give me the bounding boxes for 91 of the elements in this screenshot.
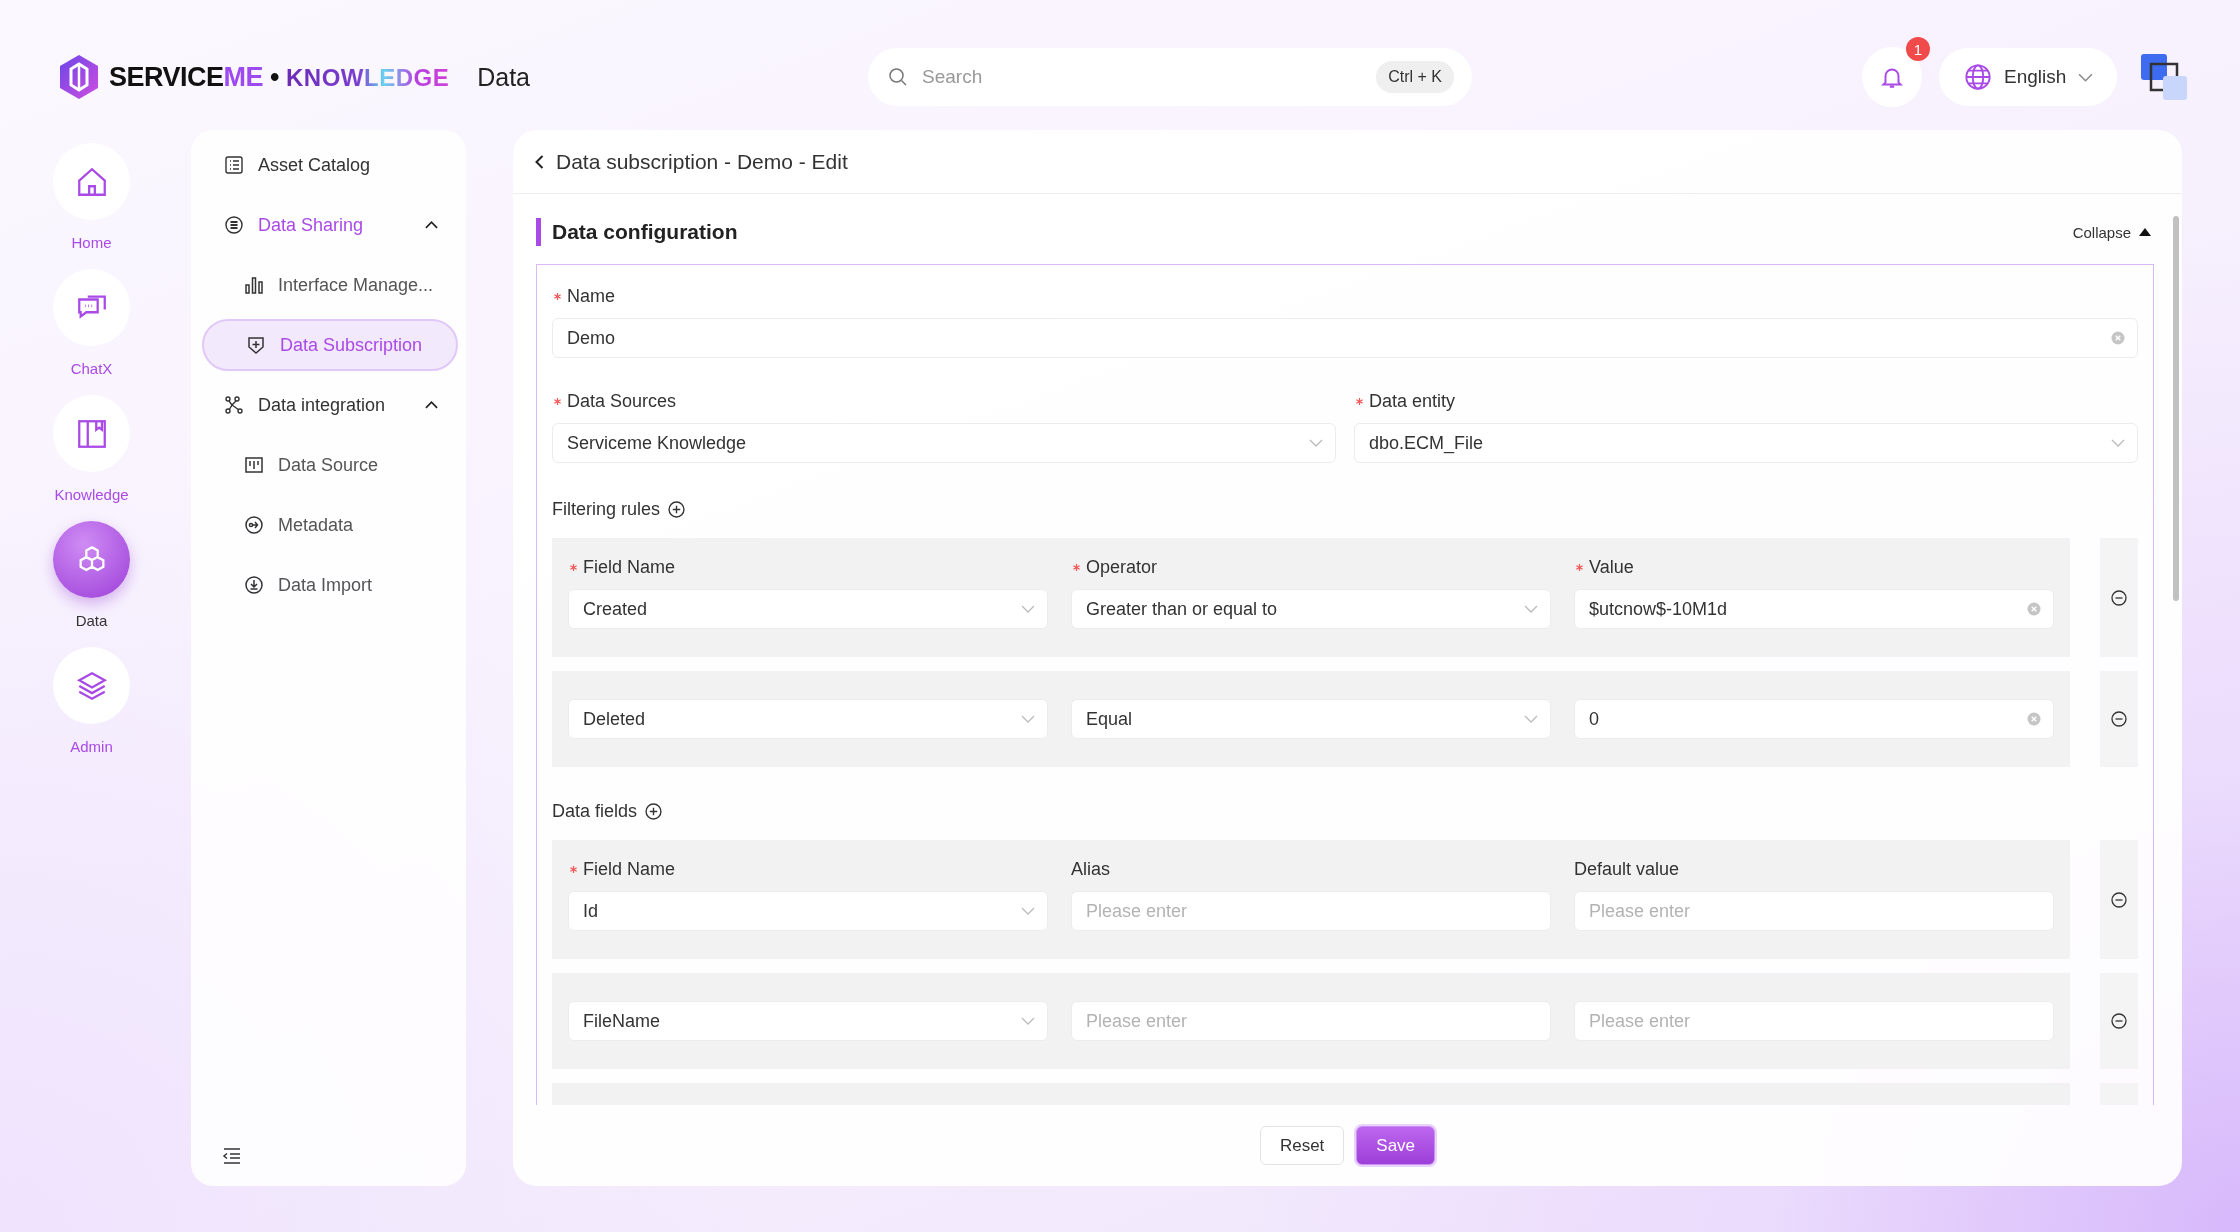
chevron-down-icon	[1021, 605, 1035, 613]
rail-label: Admin	[70, 738, 113, 755]
notification-badge: 1	[1906, 37, 1930, 61]
required-mark-icon	[553, 396, 562, 406]
input-field[interactable]: Please enter	[1071, 1001, 1551, 1041]
app-section-title: Data	[477, 62, 530, 92]
triangle-up-icon	[2139, 228, 2151, 236]
input-field[interactable]: Please enter	[1574, 1001, 2054, 1041]
sidebar-item[interactable]: Asset Catalog	[202, 139, 458, 191]
select-field[interactable]: Equal	[1071, 699, 1551, 739]
chevron-up-icon	[425, 401, 438, 409]
field-label: Name	[567, 285, 615, 307]
required-mark-icon	[569, 864, 578, 874]
add-icon[interactable]	[645, 803, 663, 820]
required-mark-icon	[1072, 562, 1081, 572]
required-mark-icon	[1575, 562, 1584, 572]
remove-icon[interactable]	[2111, 589, 2127, 606]
search-icon	[888, 67, 908, 87]
rail-label: Home	[71, 234, 112, 251]
input-field[interactable]: Demo	[552, 318, 2138, 358]
sidebar-item[interactable]: Metadata	[202, 499, 458, 551]
field-label: Operator	[1086, 556, 1158, 578]
rail-label: ChatX	[70, 360, 113, 377]
field-label: Data Sources	[567, 390, 677, 412]
chevron-down-icon	[1524, 715, 1538, 723]
field-label: Data entity	[1369, 390, 1456, 412]
select-field[interactable]: dbo.ECM_File	[1354, 423, 2138, 463]
section-title: Data configuration	[552, 220, 738, 244]
language-selector[interactable]: English	[1939, 48, 2118, 106]
share-circle-icon	[244, 515, 264, 535]
field-label: Value	[1589, 556, 1634, 578]
nodes-icon	[224, 395, 244, 415]
group-label: Data fields	[552, 801, 638, 822]
add-icon[interactable]	[668, 501, 686, 518]
sidebar-item[interactable]: Data integration	[202, 379, 458, 431]
hexagon-logo-icon	[57, 53, 101, 101]
chevron-down-icon	[1021, 907, 1035, 915]
required-mark-icon	[1355, 396, 1364, 406]
shortcut-hint: Ctrl + K	[1376, 61, 1454, 93]
remove-icon[interactable]	[2111, 1013, 2127, 1029]
sidebar-item[interactable]: Data Source	[202, 439, 458, 491]
input-field[interactable]: 0	[1574, 699, 2054, 739]
select-field[interactable]: Id	[568, 891, 1048, 931]
download-circle-icon	[244, 575, 264, 595]
group-label: Filtering rules	[552, 499, 661, 520]
back-icon[interactable]	[535, 154, 544, 169]
sidebar-item[interactable]: Data Sharing	[202, 199, 458, 251]
page-title: Data subscription - Demo - Edit	[556, 149, 848, 174]
sidebar-item[interactable]: Data Import	[202, 559, 458, 611]
list-icon	[224, 155, 244, 175]
remove-icon[interactable]	[2111, 891, 2127, 908]
chevron-up-icon	[425, 221, 438, 229]
field-label: Alias	[1071, 858, 1110, 880]
plus-shield-icon	[246, 335, 266, 355]
globe-icon	[1964, 63, 1992, 91]
collapse-menu-icon[interactable]	[222, 1148, 242, 1164]
chevron-down-icon	[1021, 1017, 1035, 1025]
search-field[interactable]: Search Ctrl + K	[868, 48, 1472, 106]
select-field[interactable]: Created	[568, 589, 1048, 629]
field-label: Default value	[1574, 858, 1680, 880]
input-field[interactable]: $utcnow$-10M1d	[1574, 589, 2054, 629]
database-icon	[224, 215, 244, 235]
remove-icon[interactable]	[2111, 711, 2127, 727]
squares-avatar-icon[interactable]	[2139, 52, 2190, 102]
chevron-down-icon	[1524, 605, 1538, 613]
chevron-down-icon	[1309, 439, 1323, 447]
required-mark-icon	[553, 291, 562, 301]
input-field[interactable]: Please enter	[1574, 891, 2054, 931]
select-field[interactable]: Deleted	[568, 699, 1048, 739]
select-field[interactable]: Greater than or equal to	[1071, 589, 1551, 629]
save-button[interactable]: Save	[1356, 1126, 1436, 1165]
select-field[interactable]: Serviceme Knowledge	[552, 423, 1336, 463]
rail-label: Knowledge	[54, 486, 129, 503]
rail-label: Data	[75, 612, 108, 629]
chevron-down-icon	[2078, 72, 2094, 82]
sidebar-item[interactable]: Data Subscription	[202, 319, 458, 371]
search-input[interactable]: Search	[920, 65, 1365, 89]
brand-logo-text: SERVICEME • KNOWLEDGE	[109, 61, 450, 93]
chevron-down-icon	[2111, 439, 2125, 447]
field-label: Field Name	[583, 556, 676, 578]
reset-button[interactable]: Reset	[1259, 1126, 1345, 1165]
rail-button[interactable]	[53, 521, 130, 598]
field-label: Field Name	[583, 858, 676, 880]
chevron-down-icon	[1021, 715, 1035, 723]
sidebar-item[interactable]: Interface Manage...	[202, 259, 458, 311]
input-field[interactable]: Please enter	[1071, 891, 1551, 931]
select-field[interactable]: FileName	[568, 1001, 1048, 1041]
bar-chart-icon	[244, 275, 264, 295]
board-icon	[244, 455, 264, 475]
required-mark-icon	[569, 562, 578, 572]
collapse-toggle[interactable]: Collapse	[2072, 223, 2154, 241]
